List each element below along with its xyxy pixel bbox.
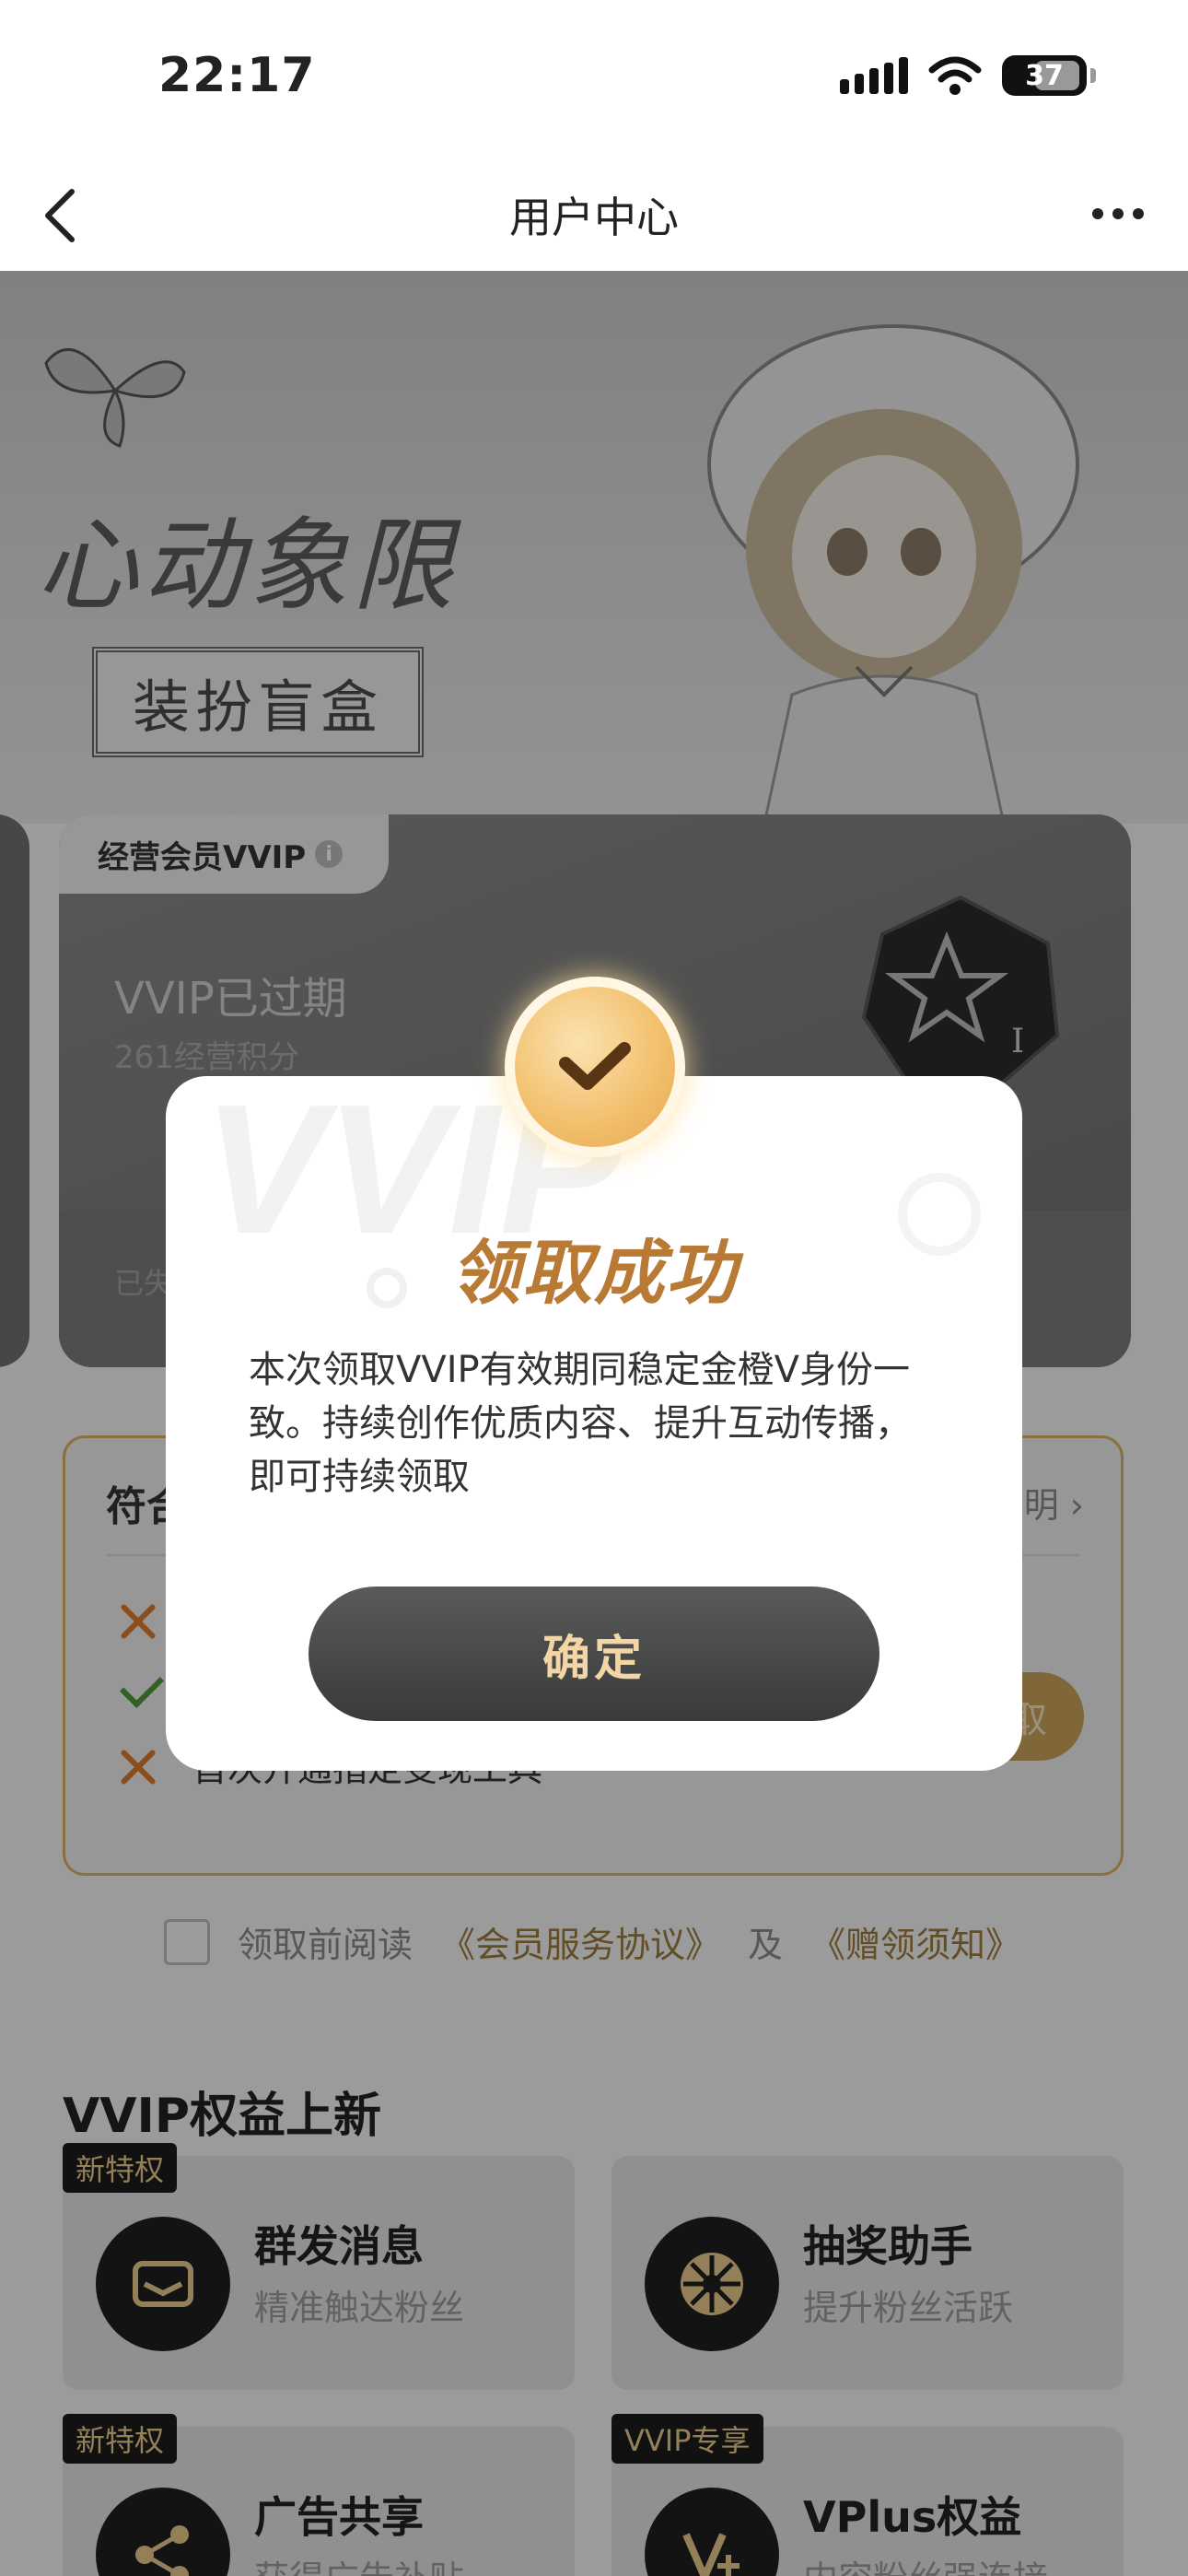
confirm-button[interactable]: 确定 [309, 1587, 879, 1721]
battery-level: 37 [1025, 59, 1064, 92]
success-check-icon [505, 977, 685, 1157]
status-bar: 22:17 37 [0, 0, 1188, 157]
success-dialog: VVIP 领取成功 本次领取VVIP有效期同稳定金橙V身份一致。持续创作优质内容… [166, 1076, 1022, 1771]
page-title: 用户中心 [509, 193, 679, 242]
battery-icon: 37 [1002, 55, 1096, 96]
status-time: 22:17 [158, 48, 316, 103]
nav-bar: 用户中心 [0, 157, 1188, 271]
cellular-signal-icon [840, 57, 908, 94]
more-options-icon[interactable] [1081, 186, 1155, 241]
dialog-message: 本次领取VVIP有效期同稳定金橙V身份一致。持续创作优质内容、提升互动传播，即可… [249, 1349, 912, 1498]
dialog-title: 领取成功 [450, 1232, 738, 1314]
wifi-icon [928, 56, 982, 95]
status-icons: 37 [840, 55, 1096, 96]
